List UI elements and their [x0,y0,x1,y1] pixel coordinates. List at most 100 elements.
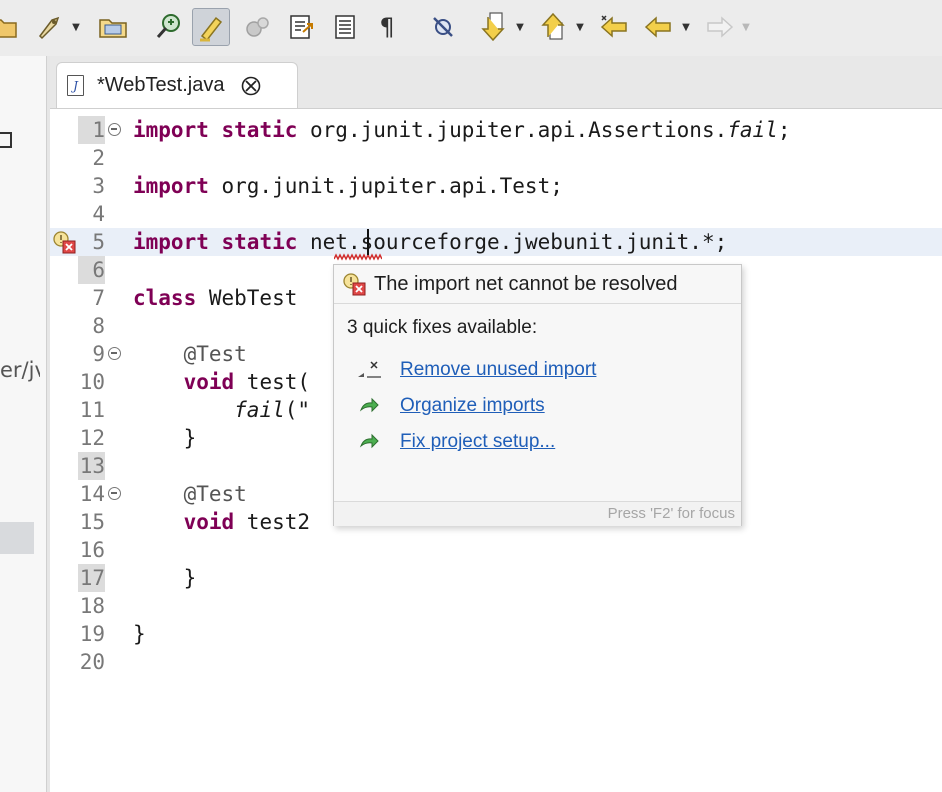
error-squiggle [334,253,382,261]
code-token: org.junit.jupiter.api.Test; [208,174,563,198]
back-arrow-icon [644,16,671,38]
fold-collapse-icon[interactable] [108,347,121,360]
previous-annotation-dropdown[interactable]: ▼ [574,20,586,34]
code-line[interactable]: 1 import static org.junit.jupiter.api.Ass… [50,116,942,144]
editor-tab-bar: J *WebTest.java [50,56,942,109]
tab-title: *WebTest.java [97,74,225,96]
code-token: fail [727,118,778,142]
error-quickfix-icon[interactable] [52,230,76,254]
code-text: fail(" [133,396,310,424]
forward-button[interactable] [700,8,738,46]
last-edit-icon [600,15,627,38]
green-arrow-icon [359,433,379,449]
main-toolbar: ▼ ¶ ▼ ▼ ▼ ▼ [0,0,942,56]
code-text: @Test [133,340,247,368]
green-arrow-icon [359,397,379,413]
close-icon [242,76,261,95]
gear-cluster-icon [246,17,269,37]
previous-annotation-button[interactable] [534,8,572,46]
code-token: } [133,566,197,590]
tab-close-button[interactable] [240,75,262,97]
code-text: } [133,424,197,452]
line-number: 4 [92,202,105,226]
quick-fix-link[interactable]: Organize imports [400,395,545,417]
previous-annotation-icon [541,12,565,40]
line-number: 16 [79,538,105,562]
popup-status-bar: Press 'F2' for focus [334,501,741,526]
tab-webtest-java[interactable]: J *WebTest.java [56,62,298,108]
code-line[interactable]: 5 import static net.sourceforge.jwebunit.… [50,228,942,256]
code-line[interactable]: 19} [50,620,942,648]
code-text: } [133,564,197,592]
quick-fix-link[interactable]: Fix project setup... [400,431,555,453]
back-dropdown[interactable]: ▼ [680,20,692,34]
quick-fix-fix-project-setup[interactable]: Fix project setup... [356,429,555,455]
quick-fix-link[interactable]: Remove unused import [400,359,596,381]
block-selection-button[interactable] [326,8,364,46]
line-number: 14 [79,482,105,506]
open-folder-button[interactable] [0,8,24,46]
fold-collapse-icon[interactable] [108,123,121,136]
run-launcher-icon [39,16,60,40]
line-number: 17 [78,564,105,592]
line-number: 18 [79,594,105,618]
code-line[interactable]: 17 } [50,564,942,592]
code-token: net.sourceforge.jwebunit.junit.*; [297,230,728,254]
code-token: @Test [183,482,247,506]
code-line[interactable]: 16 [50,536,942,564]
line-number: 9 [92,342,105,366]
package-explorer-path-fragment: er/jv [0,358,40,382]
skip-breakpoints-button[interactable] [424,8,462,46]
code-text: @Test [133,480,247,508]
quick-fix-organize-imports[interactable]: Organize imports [356,393,545,419]
run-launcher-dropdown[interactable]: ▼ [70,20,82,34]
code-line[interactable]: 4 [50,200,942,228]
back-button[interactable] [640,8,678,46]
import-error-icon [343,273,366,296]
debug-search-button[interactable] [150,8,188,46]
show-whitespace-button[interactable]: ¶ [368,8,406,46]
package-explorer-selected-row[interactable] [0,522,34,554]
quick-fix-count: 3 quick fixes available: [347,317,538,338]
code-line[interactable]: 2 [50,144,942,172]
line-number: 1 [78,116,105,144]
quick-fix-remove-unused-import[interactable]: Remove unused import [356,357,596,383]
line-number: 6 [78,256,105,284]
code-token: } [133,426,197,450]
panel-minimize-icon[interactable] [0,132,12,148]
external-doc-button[interactable] [282,8,320,46]
keyword-token: import [133,118,209,142]
line-number: 12 [79,426,105,450]
keyword-token: import [133,174,209,198]
next-annotation-dropdown[interactable]: ▼ [514,20,526,34]
last-edit-location-button[interactable] [596,8,634,46]
line-number: 20 [79,650,105,674]
code-text: } [133,620,146,648]
next-annotation-button[interactable] [474,8,512,46]
code-line[interactable]: 3 import org.junit.jupiter.api.Test; [50,172,942,200]
java-file-icon: J [67,75,84,96]
open-folder-icon [0,19,17,38]
code-text: import static net.sourceforge.jwebunit.j… [133,228,727,256]
fold-collapse-icon[interactable] [108,487,121,500]
code-token: test2 [234,510,311,534]
code-token: test( [234,370,311,394]
open-type-button[interactable] [94,8,132,46]
forward-dropdown[interactable]: ▼ [740,20,752,34]
line-number: 8 [92,314,105,338]
run-launcher-button[interactable] [30,8,68,46]
code-line[interactable]: 20 [50,648,942,676]
breakpoint-skip-icon [433,17,453,37]
code-token: org.junit.jupiter.api.Assertions. [297,118,728,142]
highlight-occurrences-button[interactable] [192,8,230,46]
package-explorer-panel [0,56,46,792]
code-line[interactable]: 18 [50,592,942,620]
code-token: fail [234,398,285,422]
code-token: @Test [183,342,247,366]
line-number: 11 [79,398,105,422]
gear-cluster-button[interactable] [238,8,276,46]
